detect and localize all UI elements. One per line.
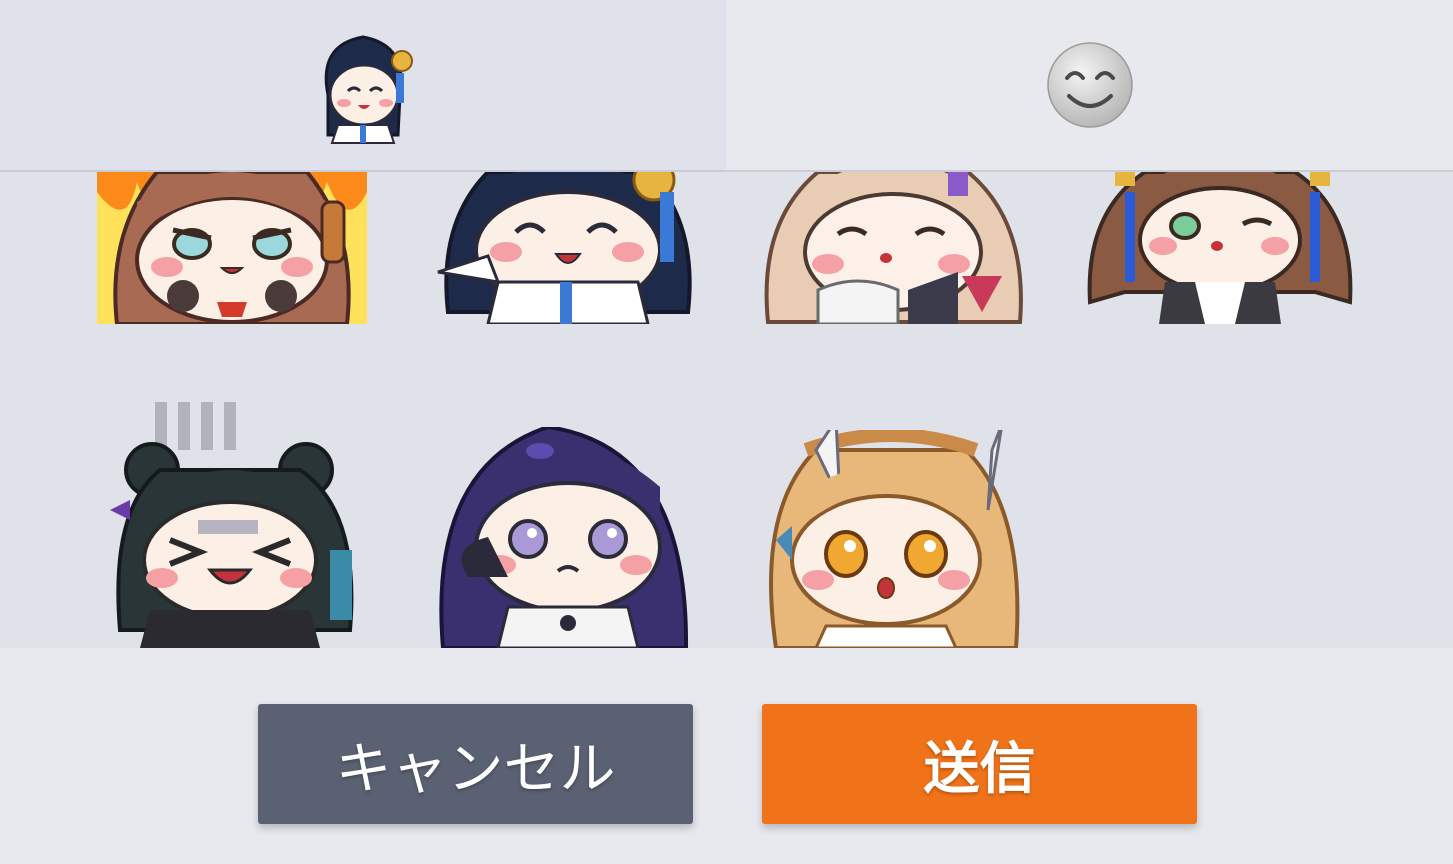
chibi-brown-twintail-shy-sticker <box>1087 172 1353 324</box>
sticker-item[interactable] <box>428 172 698 324</box>
sticker-tab-bar <box>0 0 1453 170</box>
sticker-item[interactable] <box>428 427 698 648</box>
chibi-blonde-hair-sipping-sticker <box>764 172 1023 324</box>
tab-emoji[interactable] <box>726 0 1453 170</box>
smiling-face-icon <box>1046 42 1133 128</box>
chibi-girl-sticker-icon <box>324 35 413 144</box>
chibi-blonde-braid-surprised-sticker <box>769 430 1020 648</box>
sticker-item[interactable] <box>97 172 367 324</box>
action-footer: キャンセル 送信 <box>0 648 1453 864</box>
chibi-navy-hair-cheering-sticker <box>437 172 692 324</box>
sticker-item[interactable] <box>756 430 1026 648</box>
sticker-grid[interactable] <box>0 172 1453 648</box>
chibi-brown-hair-angry-fire-sticker <box>97 172 367 324</box>
sticker-item[interactable] <box>758 172 1028 324</box>
tab-sticker-pack[interactable] <box>0 0 726 170</box>
sticker-item[interactable] <box>1085 172 1355 324</box>
chibi-dark-bun-hair-crying-sticker <box>110 402 354 648</box>
sticker-item[interactable] <box>100 400 370 648</box>
chibi-purple-hair-pout-sticker <box>439 427 689 648</box>
cancel-button[interactable]: キャンセル <box>258 704 693 824</box>
send-button[interactable]: 送信 <box>762 704 1197 824</box>
